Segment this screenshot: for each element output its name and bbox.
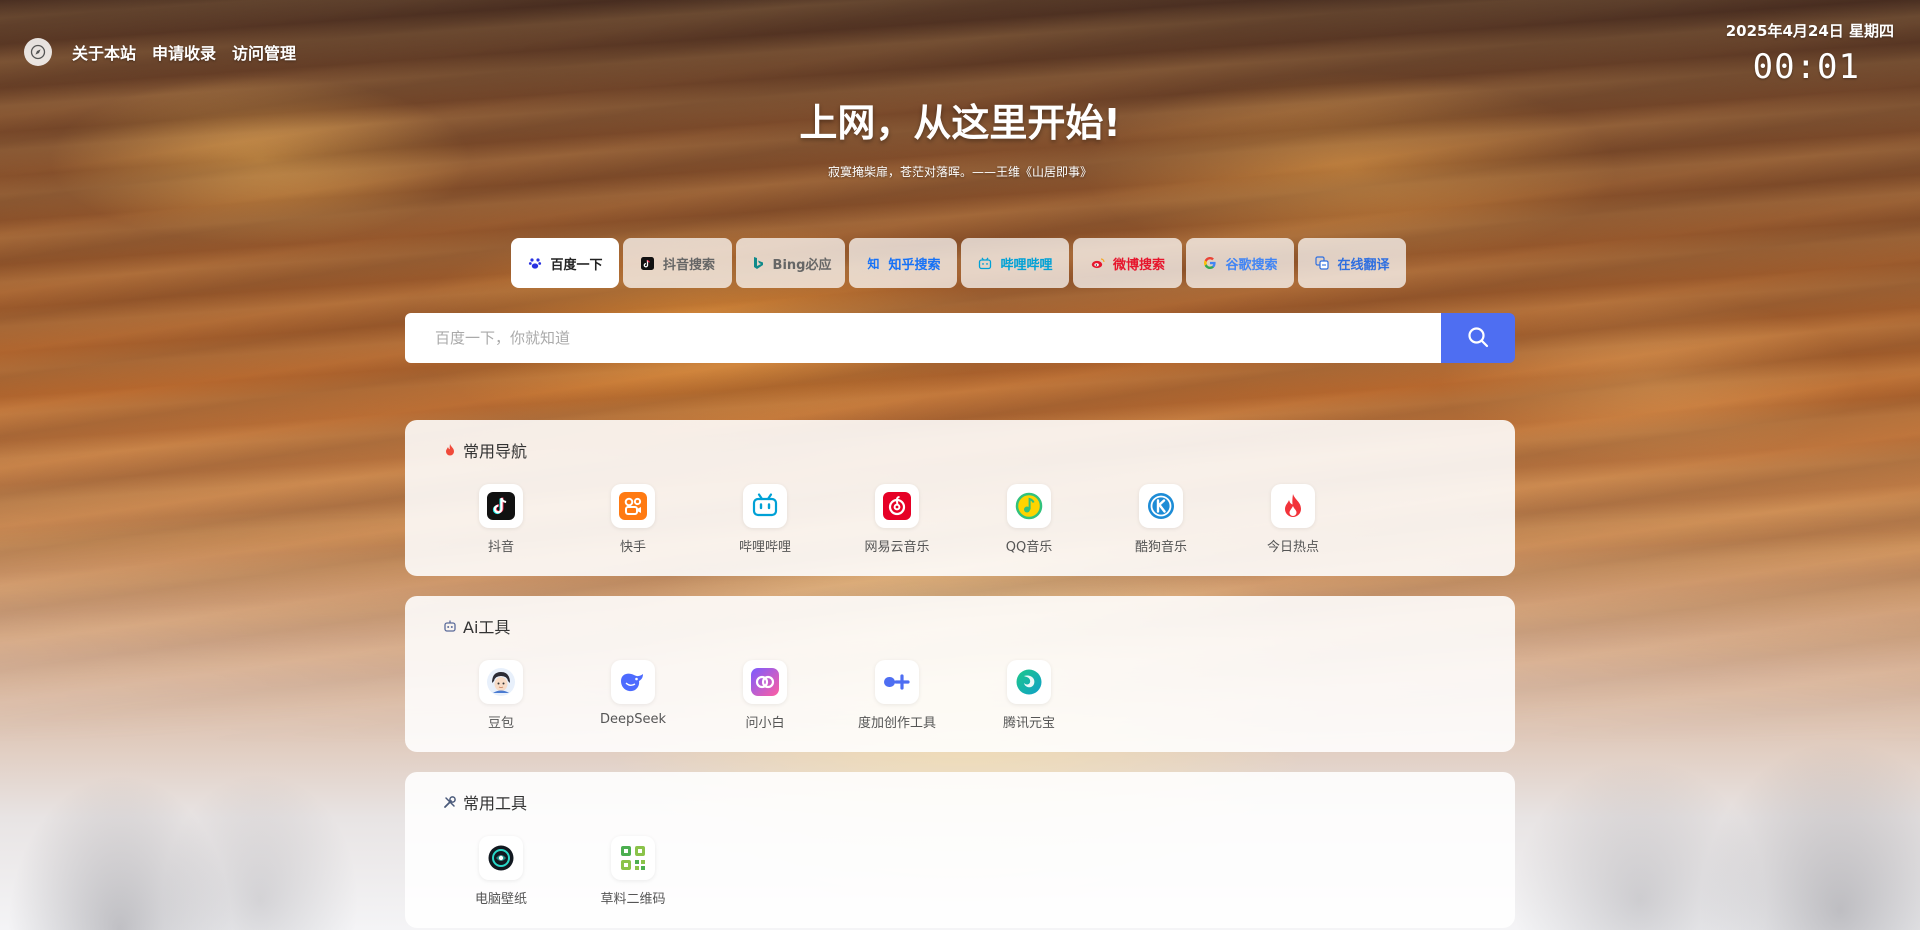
app-deepseek[interactable]: DeepSeek	[567, 660, 699, 731]
tab-label: Bing必应	[772, 257, 832, 273]
doubao-app-icon	[479, 660, 523, 704]
current-time: 00:01	[1752, 47, 1860, 87]
yuanbao-app-icon	[1007, 660, 1051, 704]
section-title: 常用工具	[463, 794, 528, 813]
tab-label: 哔哩哔哩	[1000, 257, 1053, 273]
search-input[interactable]	[405, 313, 1441, 363]
about-link[interactable]: 关于本站	[72, 40, 136, 64]
compass-icon[interactable]	[24, 38, 52, 66]
tab-label: 抖音搜索	[662, 257, 715, 273]
section-common-tools: 常用工具 电脑壁纸 草料二维码	[405, 772, 1515, 928]
section-header: 常用工具	[443, 790, 527, 814]
app-label: 问小白	[745, 716, 785, 731]
app-qrcode[interactable]: 草料二维码	[567, 836, 699, 907]
app-yuanbao[interactable]: 腾讯元宝	[963, 660, 1095, 731]
kugou-music-app-icon	[1139, 484, 1183, 528]
search-bar	[405, 313, 1515, 363]
app-label: QQ音乐	[1005, 540, 1053, 555]
app-doubao[interactable]: 豆包	[435, 660, 567, 731]
app-bilibili[interactable]: 哔哩哔哩	[699, 484, 831, 555]
robot-icon	[443, 619, 457, 633]
section-title: 常用导航	[463, 442, 528, 461]
section-title: Ai工具	[463, 618, 511, 637]
hot-flame-app-icon	[1271, 484, 1315, 528]
app-qq-music[interactable]: QQ音乐	[963, 484, 1095, 555]
tab-label: 谷歌搜索	[1225, 257, 1278, 273]
submit-site-link[interactable]: 申请收录	[152, 40, 216, 64]
app-label: 哔哩哔哩	[738, 540, 791, 555]
app-wenxiaobai[interactable]: 问小白	[699, 660, 831, 731]
page-title: 上网，从这里开始!	[799, 101, 1121, 145]
search-icon	[1467, 326, 1489, 351]
section-header: Ai工具	[443, 614, 510, 638]
app-grid: 抖音 快手 哔哩哔哩 网易云音乐 QQ音乐 酷狗音乐 今日热点	[435, 484, 1359, 555]
tab-weibo[interactable]: 微博搜索	[1073, 238, 1182, 288]
app-label: 草料二维码	[600, 892, 666, 907]
tools-icon	[443, 795, 457, 809]
app-label: 今日热点	[1266, 540, 1319, 555]
clock-widget: 2025年4月24日 星期四 00:01	[1726, 20, 1894, 87]
search-engine-tabs: 百度一下 抖音搜索 Bing必应 知 知乎搜索 哔哩哔哩 微博搜索 谷歌搜索 在…	[511, 238, 1410, 288]
tab-label: 微博搜索	[1112, 257, 1165, 273]
douyin-icon	[640, 255, 656, 271]
app-kugou-music[interactable]: 酷狗音乐	[1095, 484, 1227, 555]
qrcode-app-icon	[611, 836, 655, 880]
app-label: 酷狗音乐	[1134, 540, 1187, 555]
app-label: 腾讯元宝	[1002, 716, 1055, 731]
wenxiaobai-app-icon	[743, 660, 787, 704]
app-label: 网易云音乐	[864, 540, 930, 555]
tab-label: 百度一下	[550, 257, 603, 273]
app-kuaishou[interactable]: 快手	[567, 484, 699, 555]
section-common-nav: 常用导航 抖音 快手 哔哩哔哩 网易云音乐 QQ音乐 酷狗音乐 今日热点	[405, 420, 1515, 576]
bilibili-app-icon	[743, 484, 787, 528]
current-date: 2025年4月24日 星期四	[1725, 22, 1894, 40]
baidu-paw-icon	[527, 255, 543, 271]
tab-google[interactable]: 谷歌搜索	[1186, 238, 1294, 288]
tab-bilibili[interactable]: 哔哩哔哩	[961, 238, 1069, 288]
app-grid: 豆包 DeepSeek 问小白 度加创作工具 腾讯元宝	[435, 660, 1095, 731]
app-label: DeepSeek	[599, 712, 667, 727]
app-netease-music[interactable]: 网易云音乐	[831, 484, 963, 555]
top-nav: 关于本站 申请收录 访问管理	[24, 38, 312, 66]
dujia-app-icon	[875, 660, 919, 704]
app-grid: 电脑壁纸 草料二维码	[435, 836, 699, 907]
douyin-app-icon	[479, 484, 523, 528]
tab-baidu[interactable]: 百度一下	[511, 238, 619, 288]
kuaishou-app-icon	[611, 484, 655, 528]
app-douyin[interactable]: 抖音	[435, 484, 567, 555]
bing-icon	[750, 255, 766, 271]
section-ai-tools: Ai工具 豆包 DeepSeek 问小白 度加创作工具 腾讯元宝	[405, 596, 1515, 752]
netease-music-app-icon	[875, 484, 919, 528]
app-dujia[interactable]: 度加创作工具	[831, 660, 963, 731]
app-label: 电脑壁纸	[474, 892, 527, 907]
fire-icon	[443, 443, 457, 457]
app-label: 豆包	[487, 716, 514, 731]
google-icon	[1202, 255, 1218, 271]
tab-label: 在线翻译	[1337, 257, 1390, 273]
tab-douyin[interactable]: 抖音搜索	[623, 238, 732, 288]
tab-bing[interactable]: Bing必应	[736, 238, 845, 288]
app-hot-news[interactable]: 今日热点	[1227, 484, 1359, 555]
app-wallpaper[interactable]: 电脑壁纸	[435, 836, 567, 907]
translate-icon	[1314, 255, 1330, 271]
app-label: 抖音	[487, 540, 514, 555]
section-header: 常用导航	[443, 438, 527, 462]
search-button[interactable]	[1441, 313, 1515, 363]
app-label: 度加创作工具	[857, 716, 936, 731]
weibo-icon	[1090, 255, 1106, 271]
qq-music-app-icon	[1007, 484, 1051, 528]
admin-link[interactable]: 访问管理	[232, 40, 296, 64]
zhihu-icon: 知	[867, 256, 880, 271]
app-label: 快手	[619, 540, 646, 555]
deepseek-app-icon	[611, 660, 655, 704]
poem-subtitle: 寂寞掩柴扉，苍茫对落晖。——王维《山居即事》	[827, 165, 1092, 179]
tab-label: 知乎搜索	[888, 257, 941, 273]
tab-translate[interactable]: 在线翻译	[1298, 238, 1406, 288]
wallpaper-app-icon	[479, 836, 523, 880]
tab-zhihu[interactable]: 知 知乎搜索	[849, 238, 957, 288]
bilibili-icon	[977, 255, 993, 271]
hero: 上网，从这里开始! 寂寞掩柴扉，苍茫对落晖。——王维《山居即事》	[0, 92, 1920, 180]
